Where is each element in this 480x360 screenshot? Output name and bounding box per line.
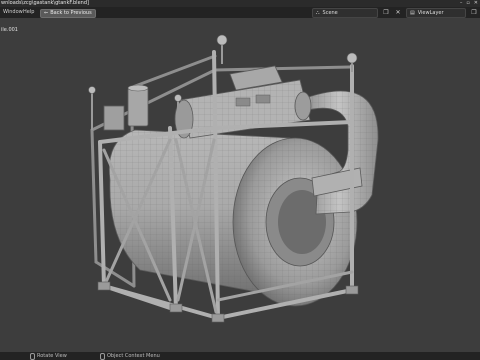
window-titlebar: wnloads\zcg\gastank\gtankF.blend] – ▫ ✕ [0, 0, 480, 7]
close-icon[interactable]: ✕ [474, 0, 478, 7]
view-layer-name: ViewLayer [417, 9, 444, 16]
scene-copy-icon[interactable]: ❐ [382, 9, 390, 17]
view-layer-icon: ▤ [410, 9, 415, 16]
scene-close-icon[interactable]: ✕ [394, 9, 402, 17]
3d-viewport[interactable]: ile.001 [0, 18, 480, 352]
minimize-icon[interactable]: – [460, 0, 463, 7]
gas-tank-model[interactable] [0, 18, 480, 352]
mouse-middle-icon [30, 352, 35, 360]
status-hint-context-label: Object Context Menu [107, 353, 160, 359]
top-cylinder [103, 84, 149, 131]
status-hint-rotate: Rotate View [30, 352, 67, 360]
window-controls: – ▫ ✕ [460, 0, 478, 7]
back-to-previous-button[interactable]: ⇐ Back to Previous [40, 9, 96, 18]
maximize-icon[interactable]: ▫ [466, 0, 469, 7]
back-button-label: Back to Previous [50, 10, 92, 16]
status-hint-rotate-label: Rotate View [37, 353, 67, 359]
view-layer-selector[interactable]: ▤ ViewLayer [406, 7, 466, 18]
view-layer-copy-icon[interactable]: ❐ [470, 9, 478, 17]
back-arrow-icon: ⇐ [44, 10, 49, 16]
menu-window[interactable]: Window [3, 7, 23, 18]
scene-name: Scene [322, 9, 338, 16]
scene-icon: ⛬ [316, 9, 320, 16]
header-right-group: ⛬ Scene ❐ ✕ ▤ ViewLayer ❐ [312, 7, 478, 18]
window-title: wnloads\zcg\gastank\gtankF.blend] [1, 0, 89, 6]
scene-selector[interactable]: ⛬ Scene [312, 7, 378, 18]
status-hint-context: Object Context Menu [100, 352, 160, 360]
mouse-right-icon [100, 352, 105, 360]
status-bar: Rotate View Object Context Menu [0, 352, 480, 360]
menu-help[interactable]: Help [23, 7, 34, 18]
top-menubar: Window Help ⇐ Back to Previous ⛬ Scene ❐… [0, 7, 480, 18]
